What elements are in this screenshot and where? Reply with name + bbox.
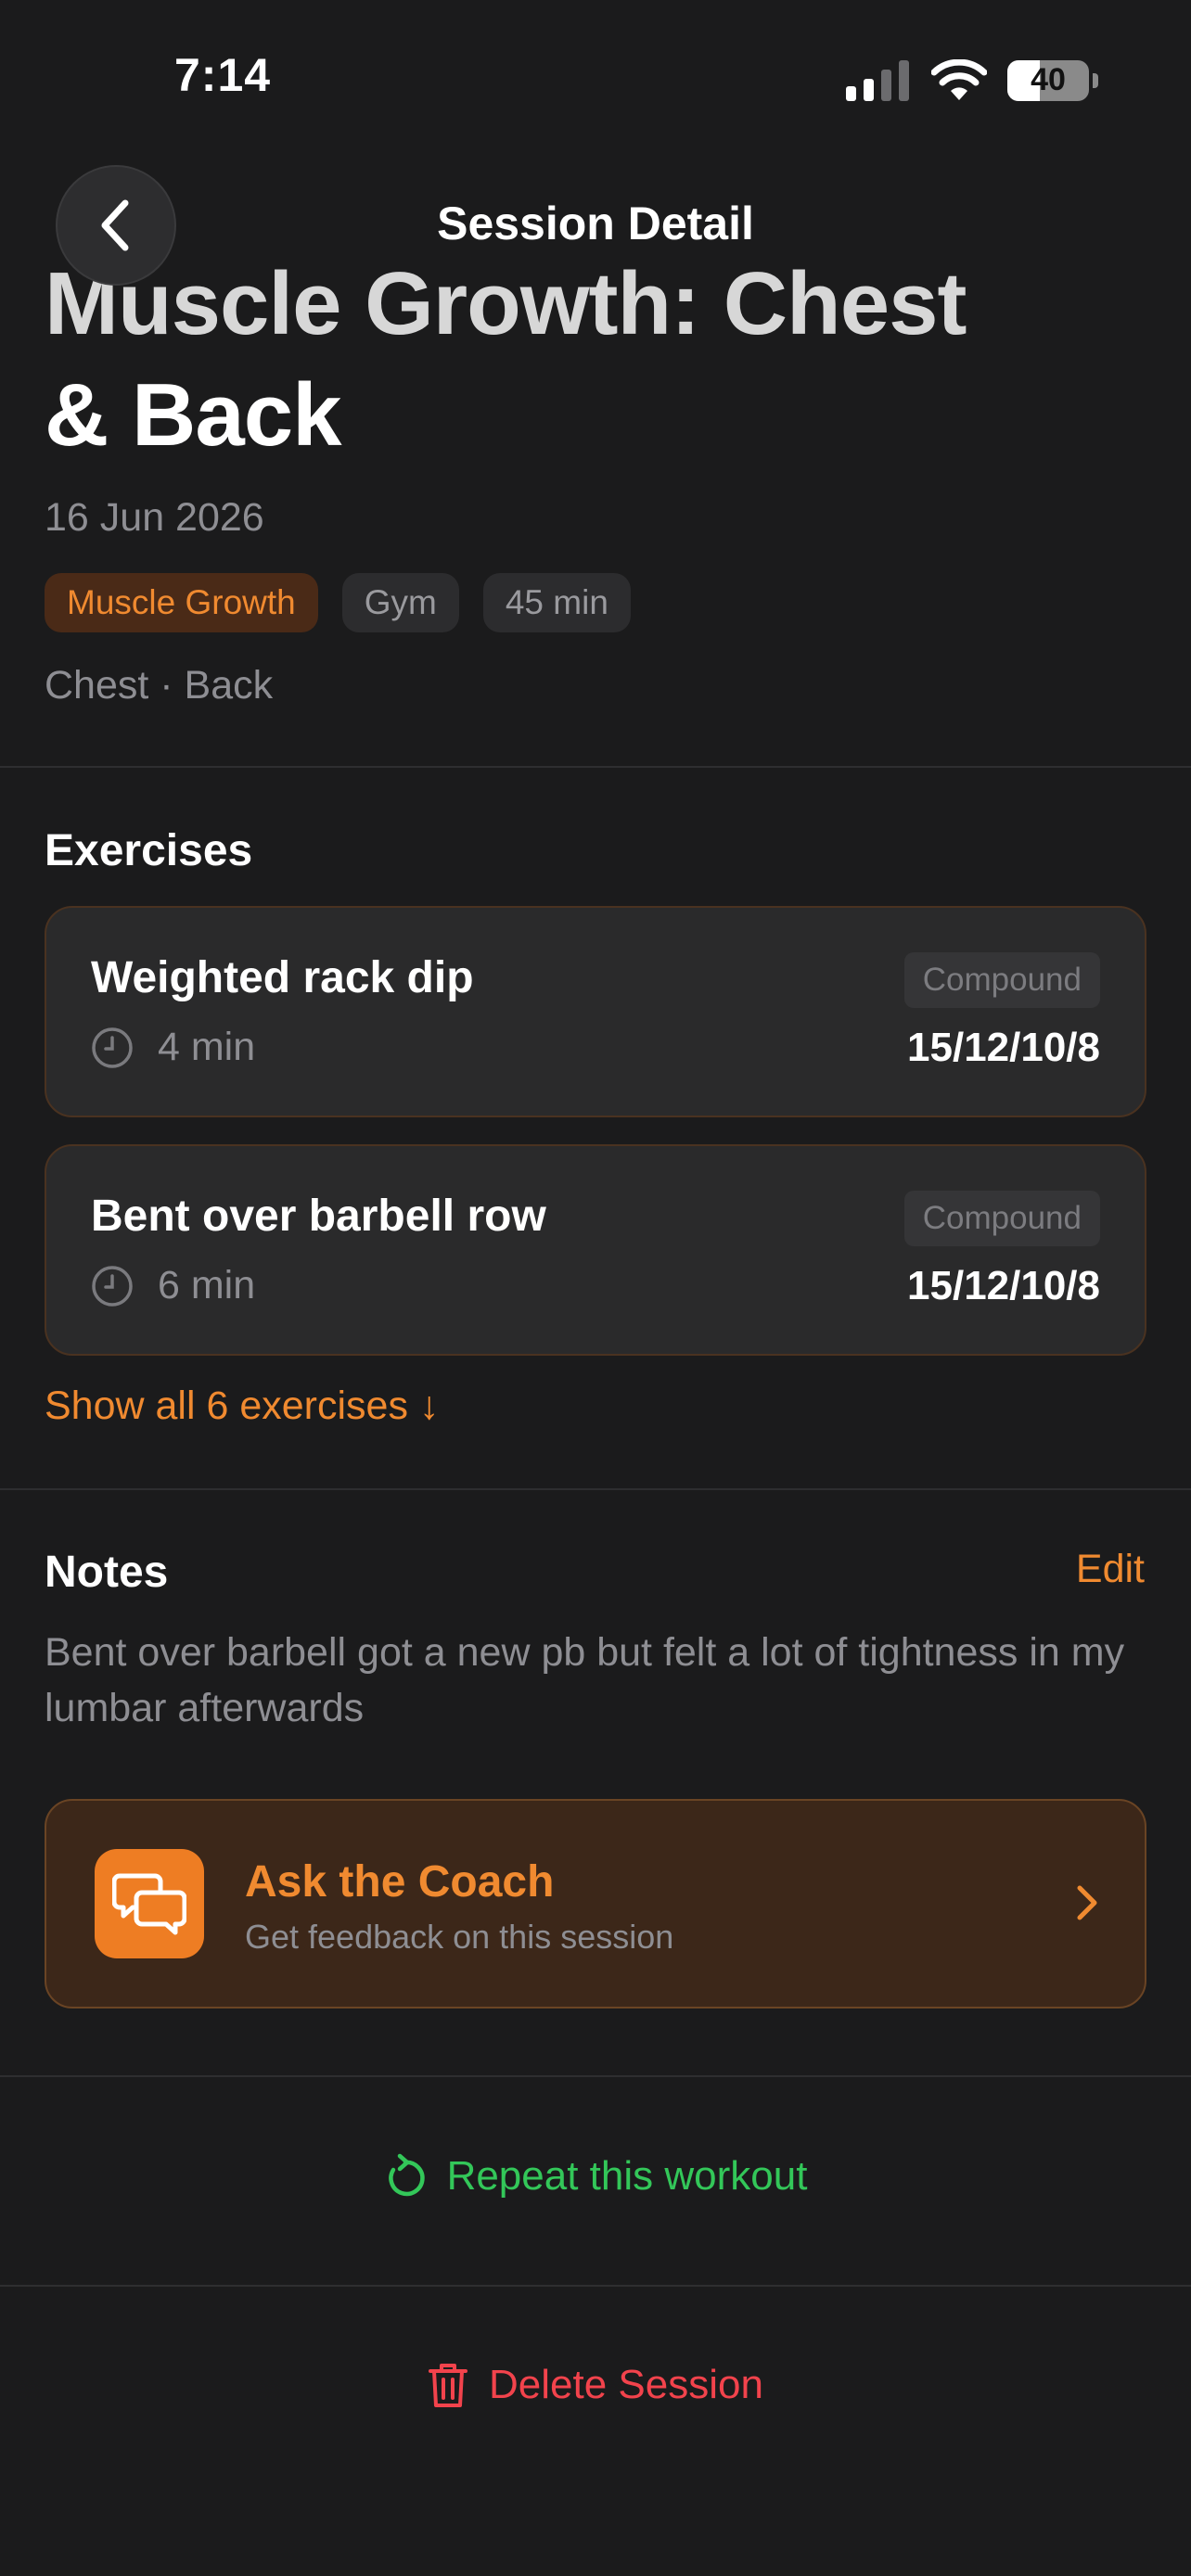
repeat-workout-button[interactable]: Repeat this workout: [0, 2153, 1191, 2200]
trash-icon: [429, 2364, 468, 2407]
divider: [0, 1488, 1191, 1490]
notes-text: Bent over barbell got a new pb but felt …: [45, 1630, 1125, 1730]
nav-title: Session Detail: [437, 198, 754, 249]
repeat-workout-label: Repeat this workout: [446, 2153, 808, 2199]
exercise-name: Weighted rack dip: [91, 953, 474, 1002]
session-title: Muscle Growth: Chest & Back: [45, 249, 1139, 471]
exercises-heading: Exercises: [45, 826, 253, 875]
chevron-right-icon: [1077, 1885, 1097, 1920]
coach-icon-tile: [95, 1849, 204, 1958]
battery-nub: [1093, 73, 1098, 88]
exercise-type-badge: Compound: [903, 952, 1100, 1008]
exercise-sets: 15/12/10/8: [907, 1025, 1100, 1070]
ask-coach-card[interactable]: Ask the Coach Get feedback on this sessi…: [45, 1799, 1146, 2009]
delete-session-button[interactable]: Delete Session: [0, 2361, 1191, 2409]
exercise-type-badge: Compound: [903, 1191, 1100, 1246]
show-all-exercises-link[interactable]: Show all 6 exercises ↓: [45, 1384, 439, 1429]
wifi-icon: [931, 59, 987, 100]
battery-icon: 40: [1007, 60, 1098, 101]
session-detail-screen: 7:14 40 Muscle Growth: Chest & Back Sess…: [0, 0, 1191, 2576]
session-tags: Muscle Growth Gym 45 min: [45, 573, 631, 632]
divider: [0, 2285, 1191, 2287]
muscle-groups: Chest · Back: [45, 663, 274, 708]
coach-title: Ask the Coach: [245, 1857, 555, 1906]
edit-notes-button[interactable]: Edit: [1076, 1547, 1145, 1592]
tag-goal: Muscle Growth: [45, 573, 318, 632]
exercise-duration: 4 min: [91, 1025, 255, 1070]
exercise-card[interactable]: Weighted rack dip 4 min Compound 15/12/1…: [45, 906, 1146, 1117]
clock-icon: [92, 1027, 133, 1068]
exercise-duration-text: 4 min: [158, 1025, 256, 1069]
divider: [0, 766, 1191, 768]
tag-duration: 45 min: [482, 573, 631, 632]
delete-session-label: Delete Session: [489, 2362, 763, 2407]
session-title-line-2: & Back: [45, 365, 342, 465]
session-title-line-1: Muscle Growth: Chest: [45, 254, 967, 353]
tag-location: Gym: [341, 573, 459, 632]
exercise-duration: 6 min: [91, 1263, 255, 1308]
cellular-signal-icon: [846, 60, 909, 101]
session-date: 16 Jun 2026: [45, 495, 264, 540]
exercise-sets: 15/12/10/8: [907, 1263, 1100, 1308]
status-time: 7:14: [174, 49, 272, 101]
battery-percent: 40: [1031, 62, 1066, 97]
repeat-icon: [388, 2153, 425, 2197]
exercise-card[interactable]: Bent over barbell row 6 min Compound 15/…: [45, 1144, 1146, 1356]
divider: [0, 2075, 1191, 2077]
status-icons: 40: [846, 57, 1098, 104]
coach-subtitle: Get feedback on this session: [245, 1918, 674, 1956]
exercise-duration-text: 6 min: [158, 1263, 256, 1307]
notes-heading: Notes: [45, 1548, 169, 1597]
chat-bubbles-icon: [112, 1873, 186, 1935]
clock-icon: [92, 1265, 133, 1307]
exercise-name: Bent over barbell row: [91, 1192, 546, 1241]
status-bar: 7:14 40: [0, 0, 1191, 158]
